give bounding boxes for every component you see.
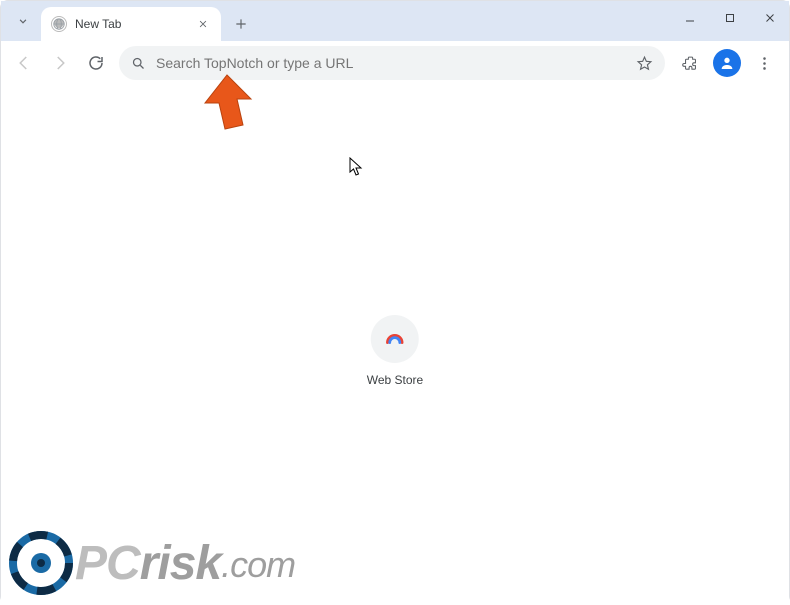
back-button[interactable]: [7, 46, 41, 80]
shortcut-tile[interactable]: Web Store: [367, 315, 423, 387]
titlebar: New Tab: [1, 1, 789, 41]
tab-close-button[interactable]: [195, 16, 211, 32]
toolbar-right: [671, 48, 783, 78]
arrow-right-icon: [51, 54, 69, 72]
globe-icon: [51, 16, 67, 32]
extensions-button[interactable]: [675, 48, 705, 78]
plus-icon: [234, 17, 248, 31]
bookmark-button[interactable]: [636, 55, 653, 72]
maximize-icon: [724, 12, 736, 24]
minimize-icon: [684, 12, 696, 24]
webstore-icon: [384, 328, 406, 350]
kebab-icon: [756, 55, 773, 72]
search-icon: [131, 56, 146, 71]
puzzle-icon: [682, 55, 699, 72]
address-bar[interactable]: [119, 46, 665, 80]
tab-title: New Tab: [75, 17, 195, 31]
watermark-risk: risk: [140, 537, 221, 590]
shortcut-icon-wrap: [371, 315, 419, 363]
browser-tab[interactable]: New Tab: [41, 7, 221, 41]
minimize-button[interactable]: [679, 7, 701, 29]
shortcut-label: Web Store: [367, 373, 423, 387]
star-icon: [636, 55, 653, 72]
reload-button[interactable]: [79, 46, 113, 80]
arrow-left-icon: [15, 54, 33, 72]
person-icon: [719, 55, 735, 71]
window-controls: [679, 7, 781, 29]
toolbar: [1, 41, 789, 85]
watermark: PCrisk.com: [9, 529, 295, 597]
page-content: Web Store: [1, 85, 789, 605]
tabs-dropdown-button[interactable]: [9, 7, 37, 35]
profile-button[interactable]: [713, 49, 741, 77]
reload-icon: [87, 54, 105, 72]
watermark-domain: .com: [221, 544, 295, 585]
new-tab-button[interactable]: [227, 10, 255, 38]
close-icon: [198, 19, 208, 29]
forward-button[interactable]: [43, 46, 77, 80]
close-icon: [764, 12, 776, 24]
maximize-button[interactable]: [719, 7, 741, 29]
watermark-text: PCrisk.com: [75, 536, 295, 591]
omnibox-input[interactable]: [156, 55, 636, 71]
watermark-logo-icon: [9, 529, 77, 597]
chevron-down-icon: [16, 14, 30, 28]
close-window-button[interactable]: [759, 7, 781, 29]
watermark-pc: PC: [75, 537, 140, 590]
menu-button[interactable]: [749, 48, 779, 78]
